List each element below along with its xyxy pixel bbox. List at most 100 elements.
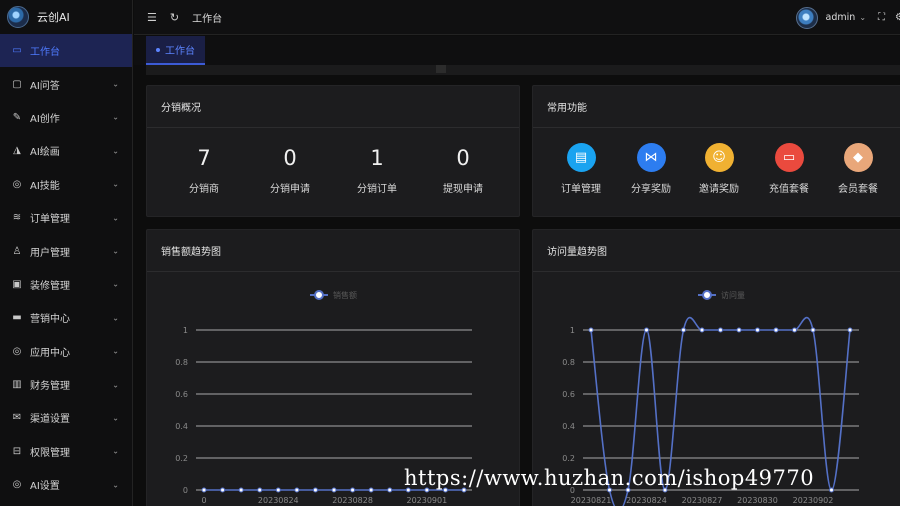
logo[interactable]: 云创AI [0, 0, 132, 34]
brush-icon: ◮ [13, 145, 21, 157]
x-tick-label: 20230824 [626, 496, 667, 505]
sidebar-item-6[interactable]: ♙ 用户管理 ⌄ [0, 234, 132, 267]
user-icon: ♙ [12, 245, 22, 257]
data-point [681, 327, 686, 333]
sidebar-item-label: 订单管理 [30, 214, 70, 226]
data-point [810, 327, 816, 333]
page-title: 工作台 [192, 13, 223, 25]
data-point [773, 327, 779, 333]
data-point [847, 327, 853, 333]
sidebar-item-label: AI创作 [30, 113, 60, 125]
sidebar-item-11[interactable]: ✉ 渠道设置 ⌄ [0, 401, 132, 434]
sidebar-item-3[interactable]: ◮ AI绘画 ⌄ [0, 134, 132, 167]
chevron-down-icon: ⌄ [112, 79, 119, 89]
stat-value: 7 [197, 146, 211, 170]
bar-chart-icon: ▥ [12, 379, 22, 391]
data-point [718, 327, 723, 333]
stat-item[interactable]: 1 分销订单 [337, 146, 417, 195]
visits-chart-title: 访问量趋势图 [533, 230, 900, 272]
legend-label: 访问量 [721, 290, 745, 300]
y-tick-label: 0.8 [562, 358, 575, 367]
legend-marker [314, 290, 324, 300]
function-label: 充值套餐 [769, 184, 809, 195]
data-point [588, 327, 594, 333]
data-point [755, 327, 760, 333]
data-point [257, 487, 263, 493]
function-label: 邀请奖励 [699, 184, 739, 195]
scroll-track [146, 65, 900, 75]
data-point [238, 487, 244, 493]
invite-icon: ☺ [704, 143, 734, 172]
y-tick-label: 0.4 [562, 422, 575, 431]
sidebar-item-7[interactable]: ▣ 装修管理 ⌄ [0, 268, 132, 301]
sidebar-item-4[interactable]: ◎ AI技能 ⌄ [0, 168, 132, 201]
sidebar-item-10[interactable]: ▥ 财务管理 ⌄ [0, 368, 132, 401]
avatar[interactable] [795, 6, 818, 29]
data-point [331, 487, 337, 493]
chevron-down-icon: ⌄ [112, 146, 119, 156]
compass-icon: ◎ [12, 178, 22, 190]
stat-item[interactable]: 7 分销商 [164, 146, 244, 195]
chevron-down-icon: ⌄ [112, 112, 119, 122]
palette-icon: ▣ [12, 278, 22, 290]
stat-item[interactable]: 0 分销申请 [250, 146, 330, 195]
stat-label: 分销订单 [357, 184, 397, 195]
briefcase-icon: ▬ [12, 312, 22, 324]
function-item[interactable]: ▭ 充值套餐 [759, 143, 819, 195]
sidebar-item-5[interactable]: ≋ 订单管理 ⌄ [0, 201, 132, 234]
app-name: 云创AI [37, 11, 70, 24]
gear-icon[interactable]: ⚙ [895, 12, 900, 23]
x-tick-label: 20230827 [682, 496, 723, 505]
visits-chart-card: 访问量趋势图 访问量 0 0.2 0.4 0.6 0.8 1 20230821 20230824… [532, 229, 900, 506]
functions-title: 常用功能 [533, 86, 900, 128]
scroll-thumb[interactable] [436, 65, 446, 73]
data-point [368, 487, 374, 493]
y-tick-label: 0.2 [175, 454, 188, 463]
distribution-card: 分销概况 7 分销商 0 分销申请 1 分销订单 0 提现申请 [146, 85, 520, 217]
chevron-down-icon: ⌄ [112, 279, 119, 289]
mail-icon: ✉ [12, 412, 22, 424]
function-item[interactable]: ▤ 订单管理 [551, 143, 611, 195]
username[interactable]: admin [826, 12, 856, 23]
tab-workbench[interactable]: 工作台 [146, 36, 205, 65]
fullscreen-icon[interactable]: ⛶ [878, 12, 885, 23]
stat-item[interactable]: 0 提现申请 [423, 146, 503, 195]
sidebar-item-label: 用户管理 [30, 247, 70, 259]
sidebar-item-12[interactable]: ⊟ 权限管理 ⌄ [0, 435, 132, 468]
refresh-icon[interactable]: ↻ [170, 11, 179, 24]
function-label: 订单管理 [561, 184, 601, 195]
sidebar-item-label: AI绘画 [30, 147, 60, 159]
sidebar-item-8[interactable]: ▬ 营销中心 ⌄ [0, 301, 132, 334]
data-point [220, 487, 226, 493]
sales-chart-card: 销售额趋势图 销售额 0 0.2 0.4 0.6 0.8 1 0 20230824 2023082… [146, 229, 520, 506]
chevron-down-icon: ⌄ [112, 446, 119, 456]
function-item[interactable]: ☺ 邀请奖励 [689, 143, 749, 195]
sidebar-item-9[interactable]: ◎ 应用中心 ⌄ [0, 335, 132, 368]
legend-label: 销售额 [333, 290, 357, 300]
function-label: 分享奖励 [631, 184, 671, 195]
y-tick-label: 0.6 [175, 390, 188, 399]
menu-fold-icon[interactable]: ☰ [147, 11, 157, 24]
data-point [350, 487, 356, 493]
diamond-icon: ◆ [843, 143, 873, 172]
sidebar-item-13[interactable]: ◎ AI设置 ⌄ [0, 468, 132, 501]
sidebar-item-2[interactable]: ✎ AI创作 ⌄ [0, 101, 132, 134]
distribution-stats: 7 分销商 0 分销申请 1 分销订单 0 提现申请 [147, 129, 519, 219]
sidebar-item-label: AI技能 [30, 180, 60, 192]
chevron-down-icon[interactable]: ⌄ [859, 13, 866, 22]
function-item[interactable]: ⋈ 分享奖励 [621, 143, 681, 195]
sidebar-item-0[interactable]: ▭ 工作台 [0, 34, 132, 68]
stat-label: 分销申请 [270, 184, 310, 195]
sidebar-item-label: 财务管理 [30, 381, 70, 393]
tabs-bar: 工作台 [134, 36, 900, 65]
logo-icon [7, 6, 29, 28]
x-tick-label: 0 [201, 496, 206, 505]
x-tick-label: 20230821 [571, 496, 612, 505]
compass-icon: ◎ [12, 345, 22, 357]
functions-grid: ▤ 订单管理 ⋈ 分享奖励 ☺ 邀请奖励 ▭ 充值套餐 ◆ 会员套餐 [533, 129, 900, 219]
x-tick-label: 20230828 [332, 496, 373, 505]
sidebar-item-1[interactable]: ▢ AI问答 ⌄ [0, 67, 132, 100]
clipboard-icon: ▤ [566, 143, 596, 172]
function-item[interactable]: ◆ 会员套餐 [828, 143, 888, 195]
app-root: 云创AI ▭ 工作台 ▢ AI问答 ⌄ ✎ AI创作 ⌄ ◮ AI绘画 ⌄ ◎ AI技能 ⌄ ≋ 订单管理 ⌄ ♙… [0, 0, 900, 506]
